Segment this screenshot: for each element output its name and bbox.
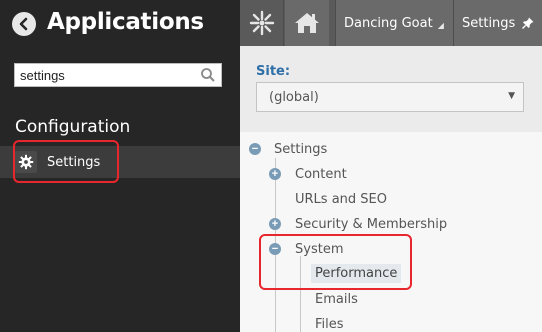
tree-node-content[interactable]: Content: [295, 163, 347, 185]
site-select-value: (global): [269, 89, 319, 105]
page-title: Applications: [47, 9, 204, 35]
top-bar: Dancing Goat ◢ Settings: [240, 0, 542, 46]
tree-node-label: Settings: [274, 141, 328, 157]
tab-settings-label: Settings: [462, 15, 516, 31]
expand-toggle-security[interactable]: +: [269, 218, 281, 230]
caret-down-icon: ◢: [437, 21, 444, 30]
site-switcher-label: Dancing Goat: [344, 15, 433, 31]
section-title: Configuration: [15, 117, 131, 137]
search-input[interactable]: [15, 65, 195, 85]
search-icon[interactable]: [200, 67, 216, 83]
caret-down-icon: ▼: [508, 91, 515, 101]
tree-node-label: Content: [295, 166, 347, 182]
site-label: Site:: [256, 64, 291, 79]
pin-icon[interactable]: [522, 17, 534, 29]
tree-node-label: Files: [315, 316, 344, 332]
tree-node-settings[interactable]: Settings: [274, 138, 327, 160]
divider: [283, 0, 284, 46]
site-select[interactable]: (global) ▼: [256, 82, 524, 112]
highlight-annotation-settings: [13, 140, 119, 183]
tree-node-emails[interactable]: Emails: [315, 288, 358, 310]
tree-node-label: URLs and SEO: [295, 191, 387, 207]
highlight-annotation-system: [259, 234, 412, 290]
search-box[interactable]: [14, 63, 222, 87]
site-selector-panel: Site: (global) ▼: [240, 46, 542, 132]
collapse-toggle-settings[interactable]: −: [249, 143, 261, 155]
back-button[interactable]: [12, 12, 36, 36]
app-header: Applications: [0, 0, 240, 48]
tree-node-files[interactable]: Files: [315, 313, 344, 332]
expand-toggle-content[interactable]: +: [269, 168, 281, 180]
tree-node-label: Emails: [315, 291, 358, 307]
home-icon: [295, 13, 319, 33]
tree-node-label: Security & Membership: [295, 216, 448, 232]
site-switcher[interactable]: Dancing Goat ◢: [336, 0, 453, 46]
tree-node-urls-seo[interactable]: URLs and SEO: [295, 188, 387, 210]
tree-node-security-membership[interactable]: Security & Membership: [295, 213, 447, 235]
tab-settings[interactable]: Settings: [454, 0, 542, 46]
chevron-left-icon: [19, 17, 28, 31]
home-button[interactable]: [285, 0, 329, 46]
kentico-logo-icon[interactable]: [240, 0, 283, 46]
